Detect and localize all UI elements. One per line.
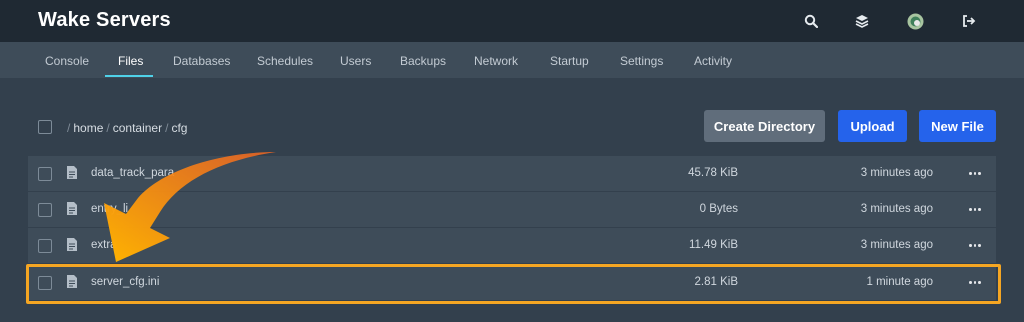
select-all-checkbox[interactable] [38,120,52,134]
tab-activity[interactable]: Activity [694,54,732,68]
breadcrumb-home[interactable]: home [73,121,103,135]
file-row[interactable]: entry_li 0 Bytes 3 minutes ago [28,192,996,227]
search-icon[interactable] [802,12,820,30]
file-size: 0 Bytes [699,203,738,215]
file-icon [67,166,77,179]
tab-schedules[interactable]: Schedules [257,54,313,68]
file-modified: 3 minutes ago [860,203,933,215]
file-modified: 3 minutes ago [860,239,933,251]
breadcrumb-container[interactable]: container [113,121,162,135]
tab-users[interactable]: Users [340,54,371,68]
new-file-button[interactable]: New File [919,110,996,142]
breadcrumb-cfg: cfg [171,121,188,135]
file-checkbox[interactable] [38,276,52,290]
tab-backups[interactable]: Backups [400,54,446,68]
app-title[interactable]: Wake Servers [38,9,171,32]
nav-tabs: Console Files Databases Schedules Users … [0,42,1024,78]
file-modified: 3 minutes ago [860,167,933,179]
file-size: 2.81 KiB [694,276,738,288]
more-options-icon[interactable] [968,166,982,180]
upload-button[interactable]: Upload [838,110,907,142]
breadcrumb-separator: / [165,121,169,135]
tab-network[interactable]: Network [474,54,518,68]
tab-settings[interactable]: Settings [620,54,663,68]
file-size: 45.78 KiB [688,167,738,179]
create-directory-button[interactable]: Create Directory [704,110,825,142]
layers-icon[interactable] [853,12,871,30]
file-icon [67,275,77,288]
file-checkbox[interactable] [38,203,52,217]
file-size: 11.49 KiB [688,239,738,251]
tab-files[interactable]: Files [118,54,143,68]
top-bar: Wake Servers [0,0,1024,42]
file-checkbox[interactable] [38,167,52,181]
file-icon [67,202,77,215]
more-options-icon[interactable] [968,275,982,289]
file-modified: 1 minute ago [866,276,934,288]
breadcrumb: / home / container / cfg [64,121,187,135]
file-icon [67,238,77,251]
avatar[interactable] [906,12,924,30]
file-name[interactable]: extra [91,239,117,251]
active-tab-indicator [105,75,153,77]
file-name[interactable]: server_cfg.ini [91,276,159,288]
file-row[interactable]: data_track_para 45.78 KiB 3 minutes ago [28,156,996,191]
file-row[interactable]: extra 11.49 KiB 3 minutes ago [28,228,996,263]
file-name[interactable]: entry_li [91,203,128,215]
tab-startup[interactable]: Startup [550,54,589,68]
tab-console[interactable]: Console [45,54,89,68]
file-checkbox[interactable] [38,239,52,253]
file-name[interactable]: data_track_para [91,167,174,179]
tab-databases[interactable]: Databases [173,54,230,68]
more-options-icon[interactable] [968,238,982,252]
file-row[interactable]: server_cfg.ini 2.81 KiB 1 minute ago [28,265,996,300]
breadcrumb-root[interactable]: / [67,121,70,135]
logout-icon[interactable] [960,12,978,30]
more-options-icon[interactable] [968,202,982,216]
breadcrumb-separator: / [106,121,110,135]
